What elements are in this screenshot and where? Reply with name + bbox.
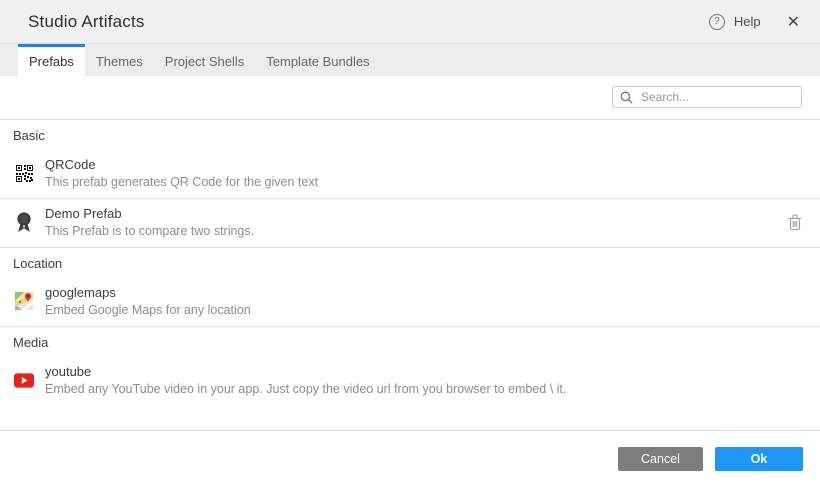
search-row (0, 76, 820, 119)
list-item-googlemaps[interactable]: googlemaps Embed Google Maps for any loc… (0, 278, 820, 326)
close-icon[interactable]: ✕ (787, 13, 800, 30)
list-item-youtube[interactable]: youtube Embed any YouTube video in your … (0, 357, 820, 405)
item-title: youtube (45, 364, 92, 379)
prefab-list-panel: Basic (0, 76, 820, 430)
award-ribbon-icon (14, 211, 34, 233)
tab-prefabs[interactable]: Prefabs (18, 44, 85, 76)
item-text: googlemaps Embed Google Maps for any loc… (45, 285, 251, 317)
youtube-icon (14, 372, 34, 388)
section-location: Location googlemaps Embed Google Maps fo… (0, 247, 820, 326)
item-description: This Prefab is to compare two strings. (45, 224, 255, 238)
qrcode-icon (14, 164, 34, 182)
magnifier-icon (620, 91, 633, 103)
trash-icon (788, 214, 802, 230)
dialog-footer: Cancel Ok (0, 430, 820, 487)
list-item-demo-prefab[interactable]: Demo Prefab This Prefab is to compare tw… (0, 198, 820, 247)
cancel-button[interactable]: Cancel (618, 447, 703, 471)
item-title: Demo Prefab (45, 206, 122, 221)
delete-prefab-button[interactable] (788, 214, 802, 230)
tab-bar: Prefabs Themes Project Shells Template B… (0, 44, 820, 76)
item-text: QRCode This prefab generates QR Code for… (45, 157, 318, 189)
list-item-qrcode[interactable]: QRCode This prefab generates QR Code for… (0, 150, 820, 198)
section-label: Basic (13, 128, 45, 143)
header-actions: ? Help ✕ (708, 13, 800, 30)
tab-themes[interactable]: Themes (85, 44, 154, 76)
section-basic: Basic QRCode This prefab generates QR Co… (0, 119, 820, 247)
search-box[interactable] (612, 86, 802, 108)
item-description: Embed Google Maps for any location (45, 303, 251, 317)
item-description: Embed any YouTube video in your app. Jus… (45, 382, 567, 396)
google-maps-icon (14, 292, 34, 310)
studio-artifacts-dialog: Studio Artifacts ? Help ✕ Prefabs Themes… (0, 0, 820, 487)
help-label[interactable]: Help (734, 14, 761, 29)
tab-template-bundles[interactable]: Template Bundles (255, 44, 380, 76)
item-description: This prefab generates QR Code for the gi… (45, 175, 319, 189)
help-question-icon[interactable]: ? (708, 13, 725, 30)
search-input[interactable] (639, 87, 801, 107)
ok-button[interactable]: Ok (715, 447, 803, 471)
section-label: Media (13, 335, 49, 350)
item-text: Demo Prefab This Prefab is to compare tw… (45, 206, 254, 238)
section-media: Media youtube Embed any YouTube video in… (0, 326, 820, 405)
tab-project-shells[interactable]: Project Shells (154, 44, 255, 76)
item-title: googlemaps (45, 285, 116, 300)
help-button[interactable]: ? Help (708, 13, 761, 30)
dialog-header: Studio Artifacts ? Help ✕ (0, 0, 820, 44)
item-title: QRCode (45, 157, 96, 172)
section-label: Location (13, 256, 63, 271)
page-title: Studio Artifacts (28, 11, 145, 31)
item-text: youtube Embed any YouTube video in your … (45, 364, 566, 396)
